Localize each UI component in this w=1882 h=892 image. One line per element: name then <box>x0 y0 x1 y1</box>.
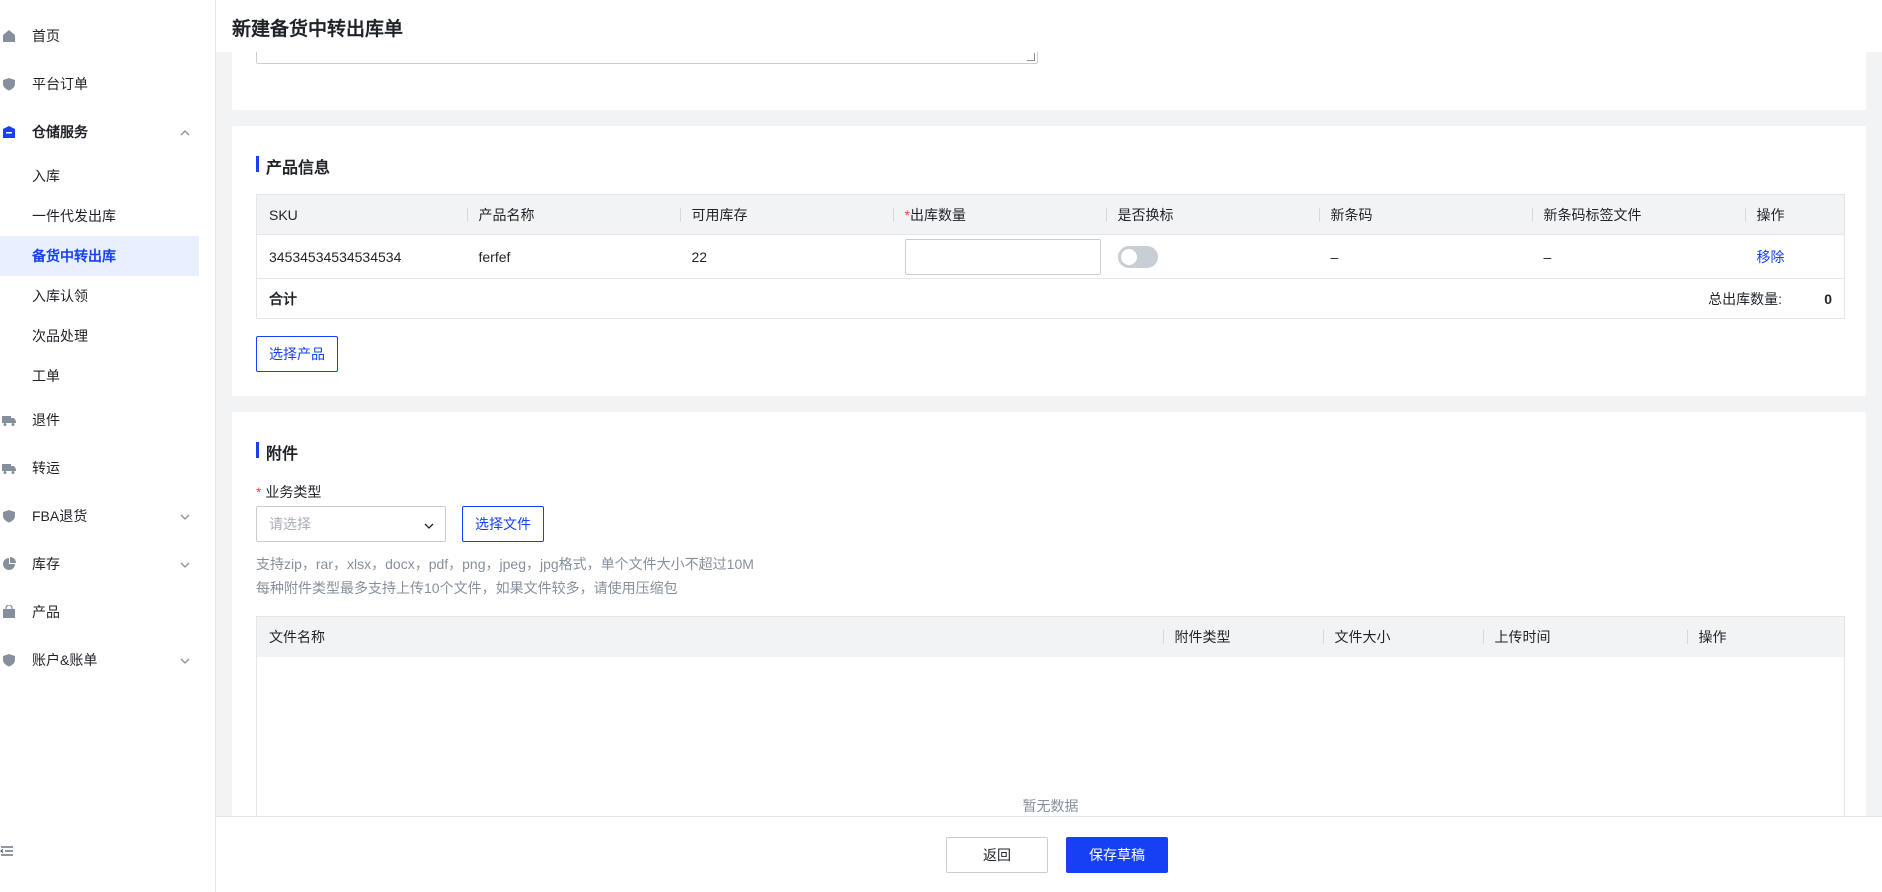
total-label: 合计 <box>256 278 467 319</box>
back-button[interactable]: 返回 <box>946 837 1048 873</box>
col-new-barcode-file: 新条码标签文件 <box>1531 194 1745 235</box>
sidebar-item-products[interactable]: 产品 <box>0 588 215 636</box>
outbound-qty-input[interactable] <box>904 238 1101 275</box>
sidebar-item-label: 库存 <box>32 556 60 572</box>
shield-icon <box>2 509 16 523</box>
sidebar-item-label: 平台订单 <box>32 76 88 92</box>
footer-bar: 返回 保存草稿 <box>216 816 1882 892</box>
sidebar-item-transfer[interactable]: 转运 <box>0 444 215 492</box>
sidebar-sub-transfer-outbound[interactable]: 备货中转出库 <box>0 236 199 276</box>
sidebar-sub-defective[interactable]: 次品处理 <box>0 316 215 356</box>
truck-icon <box>2 413 16 427</box>
sidebar-sub-inbound-claim[interactable]: 入库认领 <box>0 276 215 316</box>
select-product-button[interactable]: 选择产品 <box>256 336 338 372</box>
sidebar-item-label: 首页 <box>32 28 60 44</box>
sidebar-item-account-billing[interactable]: 账户&账单 <box>0 636 215 684</box>
chevron-down-icon <box>179 558 191 570</box>
business-type-placeholder: 请选择 <box>269 516 311 532</box>
col-action: 操作 <box>1744 194 1845 235</box>
cell-new-barcode: – <box>1318 234 1532 279</box>
file-format-hint: 支持zip，rar，xlsx，docx，pdf，png，jpeg，jpg格式，单… <box>256 556 754 572</box>
col-outbound-qty-label: 出库数量 <box>909 206 966 223</box>
sidebar-item-label: 转运 <box>32 460 60 476</box>
chevron-down-icon <box>423 519 435 531</box>
col-product-name: 产品名称 <box>466 194 680 235</box>
truck-icon <box>2 461 16 475</box>
sidebar-item-label: 仓储服务 <box>32 124 88 140</box>
business-type-label-text: 业务类型 <box>265 484 322 500</box>
sidebar-item-label: FBA退货 <box>32 508 88 524</box>
total-qty-cell: 总出库数量: 0 <box>466 278 1845 319</box>
col-new-barcode: 新条码 <box>1318 194 1532 235</box>
cell-product-name: ferfef <box>466 234 680 279</box>
col-outbound-qty: *出库数量 <box>892 194 1106 235</box>
product-table-header: SKU 产品名称 可用库存 *出库数量 是否换标 新条码 新条码标签文件 操作 <box>256 194 1845 235</box>
cell-outbound-qty <box>892 234 1106 279</box>
home-icon <box>2 29 16 43</box>
sidebar-sub-dropship-outbound[interactable]: 一件代发出库 <box>0 196 215 236</box>
required-mark: * <box>256 484 262 500</box>
cell-relabel <box>1105 234 1319 279</box>
chevron-down-icon <box>179 510 191 522</box>
business-type-label: * 业务类型 <box>256 482 321 502</box>
page-header: 新建备货中转出库单 <box>216 0 1882 52</box>
attachment-table-header: 文件名称 附件类型 文件大小 上传时间 操作 <box>256 616 1845 657</box>
sidebar-item-inventory[interactable]: 库存 <box>0 540 215 588</box>
cell-sku: 34534534534534534 <box>256 234 467 279</box>
bag-icon <box>2 605 16 619</box>
col-sku: SKU <box>256 194 467 235</box>
total-qty-label: 总出库数量: <box>1708 290 1782 307</box>
sidebar-submenu: 入库 一件代发出库 备货中转出库 入库认领 次品处理 工单 <box>0 156 215 396</box>
col-attachment-type: 附件类型 <box>1162 616 1323 657</box>
col-available-stock: 可用库存 <box>679 194 893 235</box>
sidebar-sub-inbound[interactable]: 入库 <box>0 156 215 196</box>
shield-icon <box>2 77 16 91</box>
shield-icon <box>2 653 16 667</box>
file-count-hint: 每种附件类型最多支持上传10个文件，如果文件较多，请使用压缩包 <box>256 580 678 596</box>
section-title-products: 产品信息 <box>256 154 330 178</box>
resize-handle[interactable] <box>1027 53 1035 61</box>
col-relabel: 是否换标 <box>1105 194 1319 235</box>
sidebar-item-platform-orders[interactable]: 平台订单 <box>0 60 215 108</box>
section-title-attachments: 附件 <box>256 440 298 464</box>
sidebar-item-warehouse-service[interactable]: 仓储服务 <box>0 108 215 156</box>
summary-row: 合计 总出库数量: 0 <box>256 278 1845 319</box>
sidebar-item-returns[interactable]: 退件 <box>0 396 215 444</box>
table-row: 34534534534534534 ferfef 22 – – 移除 <box>256 234 1845 279</box>
sidebar-sub-work-order[interactable]: 工单 <box>0 356 215 396</box>
page-title: 新建备货中转出库单 <box>232 19 404 40</box>
sidebar-nav: 首页 平台订单 仓储服务 <box>0 0 215 156</box>
remove-link[interactable]: 移除 <box>1757 249 1785 265</box>
product-info-card: 产品信息 SKU 产品名称 可用库存 *出库数量 是否换标 新条码 新条码标签文… <box>232 126 1866 396</box>
main-content: 新建备货中转出库单 产品信息 SKU 产品名称 可用库存 *出库数量 是否换标 … <box>216 0 1882 892</box>
cell-new-barcode-file: – <box>1531 234 1745 279</box>
col-file-name: 文件名称 <box>256 616 1163 657</box>
sidebar: 首页 平台订单 仓储服务 入库 一件代发出库 备货中转出库 入库认领 次品处理 … <box>0 0 216 892</box>
col-action: 操作 <box>1686 616 1845 657</box>
sidebar-item-label: 账户&账单 <box>32 652 98 668</box>
business-type-select[interactable]: 请选择 <box>256 506 446 542</box>
col-upload-time: 上传时间 <box>1482 616 1687 657</box>
sidebar-item-label: 产品 <box>32 604 60 620</box>
total-qty-value: 0 <box>1824 290 1832 307</box>
relabel-toggle[interactable] <box>1117 245 1158 268</box>
sidebar-nav-lower: 退件 转运 FBA退货 库存 产品 账户&账单 <box>0 396 215 684</box>
pie-chart-icon <box>2 557 16 571</box>
sidebar-item-fba-returns[interactable]: FBA退货 <box>0 492 215 540</box>
chevron-up-icon <box>179 126 191 138</box>
sidebar-item-label: 退件 <box>32 412 60 428</box>
product-table: SKU 产品名称 可用库存 *出库数量 是否换标 新条码 新条码标签文件 操作 … <box>256 194 1845 319</box>
col-file-size: 文件大小 <box>1322 616 1483 657</box>
save-draft-button[interactable]: 保存草稿 <box>1066 837 1168 873</box>
chevron-down-icon <box>179 654 191 666</box>
warehouse-icon <box>2 125 16 139</box>
collapse-sidebar-icon[interactable] <box>0 844 14 858</box>
cell-available-stock: 22 <box>679 234 893 279</box>
cell-action: 移除 <box>1744 234 1845 279</box>
sidebar-item-home[interactable]: 首页 <box>0 12 215 60</box>
select-file-button[interactable]: 选择文件 <box>462 506 544 542</box>
